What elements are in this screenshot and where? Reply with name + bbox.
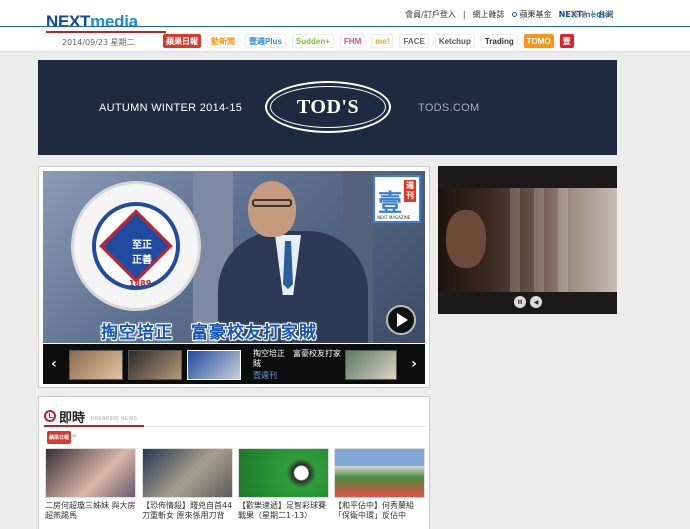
mag-logo-big: 壹 [378,189,402,217]
brand-link[interactable]: 壹 [559,34,574,48]
carousel-thumb[interactable] [345,350,397,380]
volume-icon[interactable]: ◀ [530,296,542,308]
carousel-next-arrow[interactable]: › [403,344,425,384]
apple-fund-label: 蘋果基金 [519,10,552,19]
brand-link[interactable]: FHM [339,34,366,48]
apple-fund-icon [511,12,517,17]
brand-link[interactable]: 壹週Plus [245,34,286,48]
date-label: 2014/09/23 星期二 [62,38,135,47]
video-blind-slat [510,188,520,292]
header-rule [0,26,690,27]
carousel-thumb[interactable] [69,350,123,380]
news-caption[interactable]: 二房何超瓊三姊妹 與大房超燕踢馬 [45,501,136,521]
region-tw[interactable]: 台灣 [598,9,614,20]
news-thumbnail[interactable] [238,448,329,498]
section-rule-accent [44,425,144,427]
brand-link[interactable]: Trading [480,34,518,48]
video-blind-slat [534,188,544,292]
more-chevron-icon[interactable]: » [72,431,77,440]
apple-daily-badge[interactable]: 蘋果日報 [47,431,71,444]
tods-logo-text: TOD'S [296,95,360,118]
brand-link[interactable]: 蘋果日報 [163,34,201,48]
brand-link[interactable]: TOMO [523,34,554,48]
news-thumbnail[interactable] [334,448,425,498]
news-item[interactable]: 二房何超瓊三姊妹 與大房超燕踢馬 [45,448,136,521]
carousel-thumb[interactable] [128,350,182,380]
video-controls: II ◀ [514,296,542,308]
member-login-link[interactable]: 會員/訂戶登入 [405,9,456,20]
top-story-image[interactable]: 至正 正善 1889 壹 週刊 NEXT MAGAZINE 掏空培正 富豪校友打… [43,171,425,343]
carousel-caption[interactable]: 掏空培正 富豪校友打家賊 壹週刊 [253,349,341,381]
brand-bar: 蘋果日報 動新聞 壹週Plus Sudden+ FHM me! FACE Ketchup Tra… [163,33,574,49]
logo-part1: NEXT [46,12,91,31]
region-hk[interactable]: 香港 [571,9,587,20]
top-story-card: 至正 正善 1889 壹 週刊 NEXT MAGAZINE 掏空培正 富豪校友打… [38,166,430,388]
video-blind-slat [558,188,568,292]
divider: | [462,10,466,19]
pause-icon[interactable]: II [514,296,526,308]
brand-link[interactable]: FACE [399,34,429,48]
man-glasses [252,199,292,207]
mag-logo-side: 週刊 [404,180,416,202]
tods-ad-banner[interactable]: AUTUMN WINTER 2014-15 TOD'S TODS.COM [38,60,617,155]
mag-logo-foot: NEXT MAGAZINE [377,215,411,220]
brand-link[interactable]: 動新聞 [207,34,239,48]
region-switcher: 香港 | 台灣 [571,9,614,20]
man-head [248,181,296,237]
brand-link[interactable]: Ketchup [434,34,475,48]
clock-icon [44,410,56,422]
video-face [446,210,486,268]
nextmedia-logo[interactable]: NEXTmedia [46,12,138,32]
crest-text: 至正 正善 [132,240,152,266]
news-thumbnail[interactable] [45,448,136,498]
news-thumbnail[interactable] [142,448,233,498]
next-magazine-logo: 壹 週刊 NEXT MAGAZINE [373,175,421,223]
school-crest: 至正 正善 1889 [71,181,201,311]
breaking-news-section: 即時 BREAKING NEWS 蘋果日報 » 二房何超瓊三姊妹 與大房超燕踢馬… [38,396,430,529]
breaking-news-subtitle: BREAKING NEWS [91,416,138,422]
brand-link[interactable]: Sudden+ [291,34,334,48]
news-caption[interactable]: 【和平佔中】何秀蘭組「保衛中環」反佔中 [334,501,425,521]
crest-year: 1889 [129,279,152,288]
carousel-prev-arrow[interactable]: ‹ [43,344,65,384]
top-story-headline[interactable]: 掏空培正 富豪校友打家賊 [101,318,317,343]
thumbnail-carousel: ‹ 掏空培正 富豪校友打家賊 壹週刊 › [43,344,425,384]
logo-part2: media [90,12,138,31]
logo-underline [46,31,166,33]
video-frame[interactable] [438,188,617,292]
news-caption[interactable]: 【恐佈情殺】賤兇自首44刀重斬女 原來係用刀背 [142,501,233,521]
divider: | [591,9,594,18]
carousel-source: 壹週刊 [253,371,277,380]
news-item[interactable]: 【恐佈情殺】賤兇自首44刀重斬女 原來係用刀背 [142,448,233,521]
crest-ring: 至正 正善 [92,202,180,290]
video-player[interactable]: II ◀ [438,166,617,314]
breaking-news-title: 即時 [59,411,86,426]
site-header: NEXTmedia 2014/09/23 星期二 會員/訂戶登入 | 網上雜誌 … [0,0,690,52]
ad-url-text: TODS.COM [418,102,480,114]
brand-link[interactable]: me! [371,34,394,48]
tods-logo: TOD'S [265,81,391,133]
news-caption[interactable]: 【歡樂速遞】足智彩球賽戰果（星期二1-13） [238,501,329,521]
ad-season-text: AUTUMN WINTER 2014-15 [99,102,243,114]
carousel-caption-text: 掏空培正 富豪校友打家賊 [253,349,341,368]
apple-fund-link[interactable]: 蘋果基金 [511,9,552,20]
play-button[interactable] [386,305,416,335]
webstore-link[interactable]: 網上雜誌 [473,9,505,20]
news-item[interactable]: 【歡樂速遞】足智彩球賽戰果（星期二1-13） [238,448,329,521]
carousel-thumb-active[interactable] [187,350,241,380]
news-item[interactable]: 【和平佔中】何秀蘭組「保衛中環」反佔中 [334,448,425,521]
